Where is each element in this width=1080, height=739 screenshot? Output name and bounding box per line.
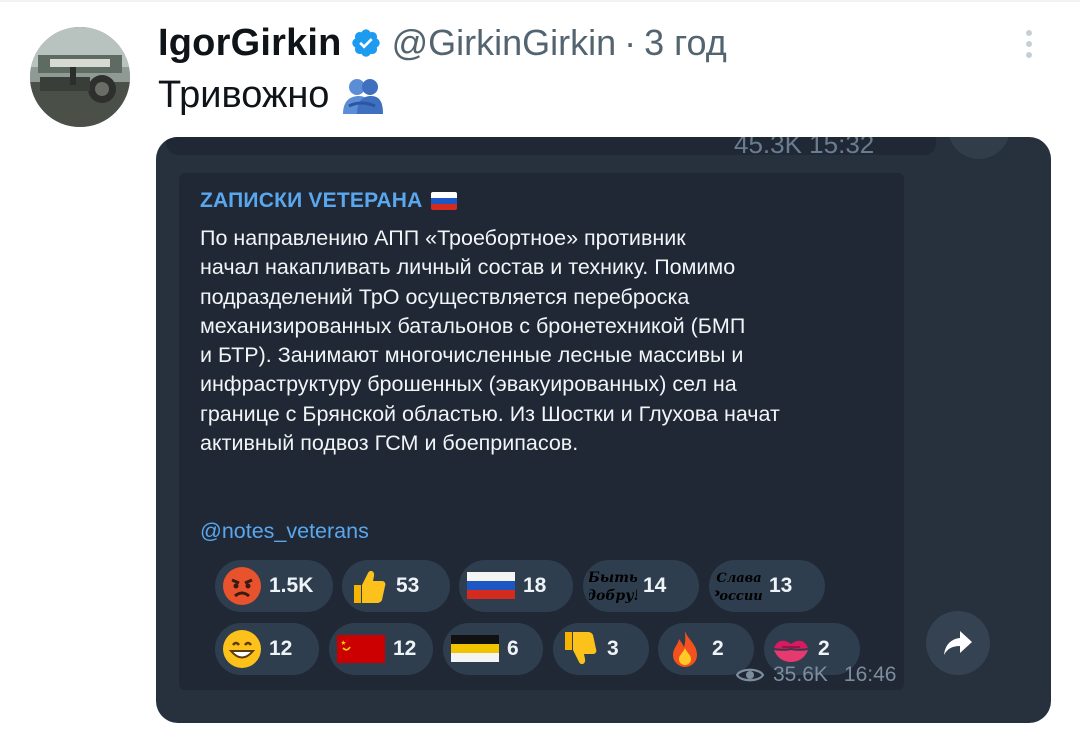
reaction-count: 12 (393, 637, 417, 660)
telegram-screenshot-media[interactable]: 45.3K 15:32 ZАПИСКИ VЕТЕРАНА По направле… (156, 137, 1051, 723)
reaction-count: 6 (507, 637, 519, 660)
svg-text:Быть: Быть (589, 570, 637, 586)
fire-icon (664, 628, 706, 670)
message-line: начал накапливать личный состав и техник… (200, 255, 736, 280)
message-text: По направлению АПП «Троебортное» противн… (200, 224, 890, 458)
reaction-count: 14 (643, 574, 667, 597)
people-hugging-emoji-icon (343, 78, 384, 114)
message-line: подразделений ТрО осуществляется перебро… (200, 284, 690, 309)
reaction-count: 1.5K (269, 574, 314, 597)
reaction-count: 53 (396, 574, 420, 597)
slava-rossii-sticker-icon: Слава России! (715, 565, 763, 607)
angry-face-icon (221, 565, 263, 607)
reaction-count: 2 (712, 637, 724, 660)
svg-text:Слава: Слава (716, 571, 761, 586)
tweet-text: Тривожно (158, 74, 385, 117)
svg-text:России!: России! (715, 589, 763, 604)
message-time: 16:46 (843, 663, 897, 686)
author-name[interactable]: IgorGirkin (158, 22, 342, 65)
russia-flag-icon (465, 565, 517, 607)
message-meta: 35.6K 16:46 (735, 663, 896, 687)
message-line: По направлению АПП «Троебортное» противн… (200, 226, 686, 250)
message-line: границе с Брянской областью. Из Шостки и… (200, 401, 780, 426)
tweet-header: IgorGirkin @GirkinGirkin · 3 год (158, 20, 727, 66)
reaction-count: 12 (269, 637, 293, 660)
tweet-time[interactable]: 3 год (644, 22, 727, 64)
reaction-grinning[interactable]: 12 (215, 623, 319, 675)
top-divider (0, 0, 1080, 2)
ussr-flag-icon (335, 628, 387, 670)
verified-badge-icon (351, 29, 380, 57)
reaction-thumbs-up[interactable]: 53 (342, 560, 450, 612)
imperial-flag-icon (449, 628, 501, 670)
byt-dobru-sticker-icon: Быть добру! (589, 565, 637, 607)
svg-text:добру!: добру! (589, 588, 637, 604)
separator-dot: · (624, 22, 637, 63)
previous-share-button (948, 137, 1010, 159)
eye-icon (735, 668, 765, 682)
channel-link[interactable]: @notes_veterans (200, 519, 369, 544)
russia-flag-icon (430, 192, 457, 210)
reaction-angry[interactable]: 1.5K (215, 560, 333, 612)
thumbs-down-icon (559, 628, 601, 670)
reaction-slava-rossii[interactable]: Слава России! 13 (709, 560, 825, 612)
telegram-message-bubble: ZАПИСКИ VЕТЕРАНА По направлению АПП «Тро… (179, 173, 904, 690)
avatar-image (30, 27, 130, 127)
channel-name: ZАПИСКИ VЕТЕРАНА (200, 189, 457, 213)
reaction-byt-dobru[interactable]: Быть добру! 14 (583, 560, 699, 612)
previous-message-meta: 45.3K 15:32 (734, 137, 875, 159)
message-line: и БТР). Занимают многочисленные лесные м… (200, 343, 744, 368)
more-vertical-icon[interactable] (1017, 30, 1041, 66)
reaction-count: 2 (818, 637, 830, 660)
reaction-count: 13 (769, 574, 793, 597)
reaction-thumbs-down[interactable]: 3 (553, 623, 649, 675)
share-arrow-icon (944, 631, 972, 655)
author-handle[interactable]: @GirkinGirkin (392, 22, 617, 64)
reaction-imperial-flag[interactable]: 6 (443, 623, 543, 675)
message-line: активный подвоз ГСМ и боеприпасов. (200, 431, 579, 456)
share-button[interactable] (926, 611, 990, 675)
tweet-text-content: Тривожно (158, 74, 330, 116)
message-line: механизированных батальонов с бронетехни… (200, 313, 746, 338)
reaction-russia-flag[interactable]: 18 (459, 560, 573, 612)
reaction-ussr-flag[interactable]: 12 (329, 623, 433, 675)
views-count: 35.6K (773, 663, 828, 686)
reaction-count: 18 (523, 574, 547, 597)
channel-name-text: ZАПИСКИ VЕТЕРАНА (200, 189, 423, 212)
avatar[interactable] (30, 27, 130, 127)
grinning-face-icon (221, 628, 263, 670)
thumbs-up-icon (348, 565, 390, 607)
message-line: инфраструктуру брошенных (эвакуированных… (200, 372, 737, 397)
reaction-count: 3 (607, 637, 619, 660)
